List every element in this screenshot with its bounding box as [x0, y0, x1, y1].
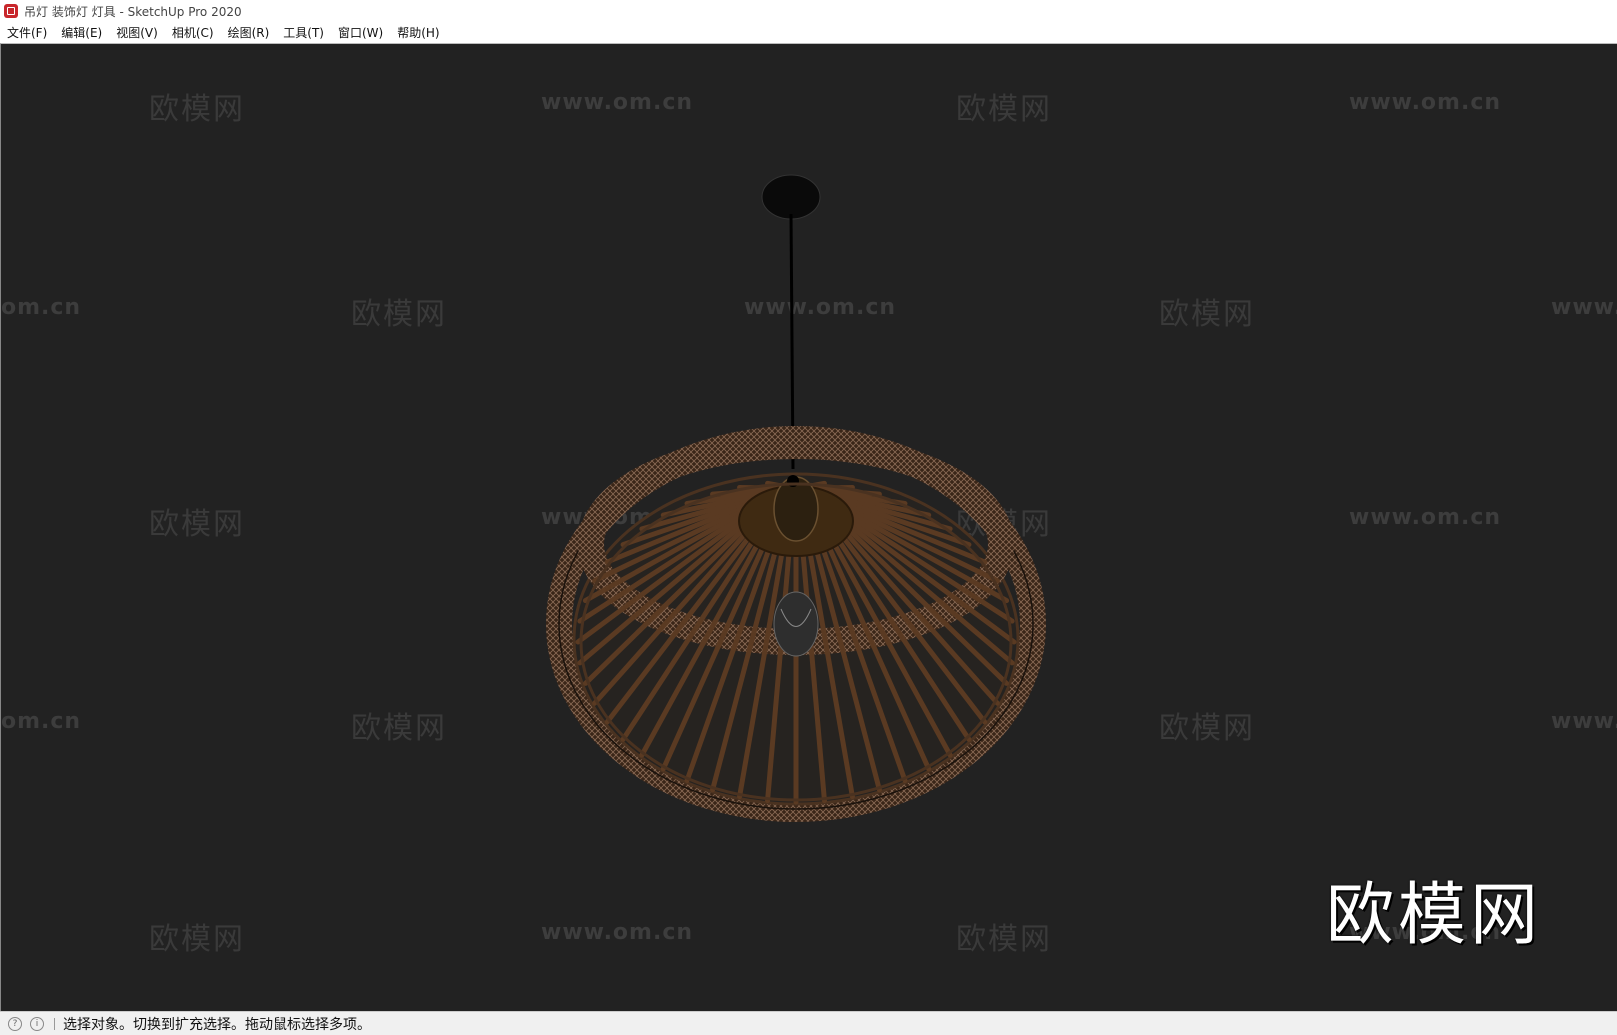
menu-draw[interactable]: 绘图(R)	[221, 24, 277, 41]
menu-help[interactable]: 帮助(H)	[390, 24, 446, 41]
light-bulb	[773, 591, 819, 657]
geo-location-icon[interactable]: ?	[8, 1016, 22, 1031]
menu-file[interactable]: 文件(F)	[0, 24, 54, 41]
bulb-socket	[773, 476, 819, 542]
status-divider	[54, 1017, 55, 1030]
menu-edit[interactable]: 编辑(E)	[54, 24, 109, 41]
menu-camera[interactable]: 相机(C)	[165, 24, 221, 41]
status-text: 选择对象。切换到扩充选择。拖动鼠标选择多项。	[63, 1016, 371, 1033]
sketchup-logo-icon	[4, 4, 18, 18]
info-icon[interactable]: i	[30, 1016, 44, 1031]
menu-tools[interactable]: 工具(T)	[276, 24, 331, 41]
title-bar: 吊灯 装饰灯 灯具 - SketchUp Pro 2020	[0, 0, 1617, 22]
3d-viewport[interactable]: 欧模网 www.om.cn 欧模网 www.om.cn om.cn 欧模网 ww…	[0, 43, 1617, 1011]
large-brand-watermark: 欧模网	[1326, 876, 1543, 955]
menu-window[interactable]: 窗口(W)	[331, 24, 390, 41]
menu-bar: 文件(F) 编辑(E) 视图(V) 相机(C) 绘图(R) 工具(T) 窗口(W…	[0, 22, 1617, 43]
ceiling-canopy	[761, 174, 821, 220]
menu-view[interactable]: 视图(V)	[109, 24, 165, 41]
window-title: 吊灯 装饰灯 灯具 - SketchUp Pro 2020	[24, 4, 242, 19]
status-bar: ? i 选择对象。切换到扩充选择。拖动鼠标选择多项。	[0, 1011, 1617, 1035]
